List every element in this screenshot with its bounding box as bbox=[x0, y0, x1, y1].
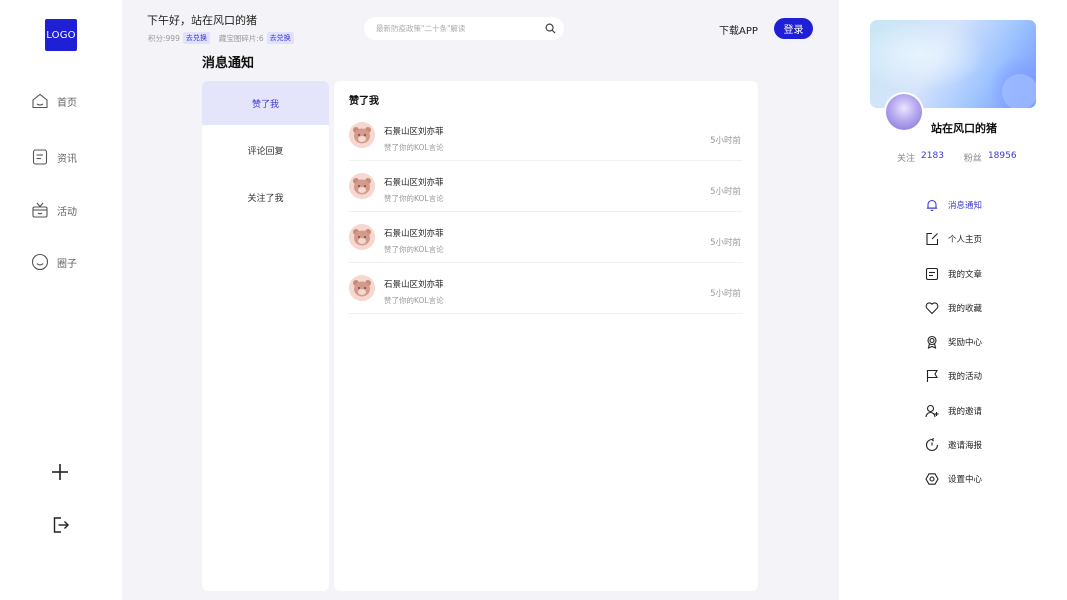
plus-icon[interactable] bbox=[51, 463, 69, 481]
nav-item-home[interactable]: 首页 bbox=[31, 90, 77, 112]
item-desc: 赞了你的KOL言论 bbox=[384, 245, 444, 254]
logo[interactable]: LOGO bbox=[45, 19, 77, 51]
menu-item-activities[interactable]: 我的活动 bbox=[925, 367, 982, 385]
menu-label: 我的邀请 bbox=[948, 406, 983, 417]
menu-item-invite-poster[interactable]: 邀请海报 bbox=[925, 436, 982, 454]
menu-label: 我的收藏 bbox=[948, 303, 983, 314]
following-count: 2183 bbox=[921, 151, 944, 161]
nav-label: 首页 bbox=[57, 97, 77, 109]
user-add-icon bbox=[925, 404, 939, 417]
menu-label: 个人主页 bbox=[948, 235, 983, 246]
item-name[interactable]: 石景山区刘亦菲 bbox=[384, 176, 444, 188]
nav-label: 资讯 bbox=[57, 153, 77, 165]
avatar[interactable] bbox=[884, 92, 924, 132]
main-area: 下午好，站在风口的猪 积分:999 去兑换 藏宝图碎片:6 去兑换 下载APP … bbox=[122, 0, 839, 600]
tab-likes[interactable]: 赞了我 bbox=[202, 81, 329, 125]
award-icon bbox=[927, 336, 937, 350]
item-name[interactable]: 石景山区刘亦菲 bbox=[384, 125, 444, 137]
item-time: 5小时前 bbox=[710, 187, 741, 197]
fans-count: 18956 bbox=[987, 151, 1017, 161]
item-desc: 赞了你的KOL言论 bbox=[384, 194, 444, 203]
following-label: 关注 bbox=[897, 154, 916, 164]
message-tabs: 赞了我 评论回复 关注了我 bbox=[202, 81, 329, 591]
fans-stat[interactable]: 粉丝 18956 bbox=[964, 151, 1017, 164]
item-desc: 赞了你的KOL言论 bbox=[384, 143, 444, 152]
user-stats: 积分:999 去兑换 藏宝图碎片:6 去兑换 bbox=[148, 32, 300, 44]
article-icon bbox=[925, 267, 939, 280]
bell-icon bbox=[926, 199, 938, 212]
follow-stats: 关注 2183 粉丝 18956 bbox=[897, 151, 1031, 164]
search-input[interactable] bbox=[376, 24, 545, 33]
edit-icon bbox=[926, 233, 939, 246]
smile-icon bbox=[31, 253, 49, 271]
item-text: 石景山区刘亦菲 赞了你的KOL言论 5小时前 bbox=[349, 275, 742, 305]
search-bar bbox=[364, 17, 564, 40]
item-desc: 赞了你的KOL言论 bbox=[384, 296, 444, 305]
menu-item-homepage[interactable]: 个人主页 bbox=[925, 230, 982, 248]
redeem-fragments-button[interactable]: 去兑换 bbox=[266, 32, 294, 44]
content-panel: 赞了我 石景山区刘亦菲 赞了你的KOL言论 5小时前 石景山区刘亦菲 赞了你的K… bbox=[334, 81, 758, 591]
menu-item-settings[interactable]: 设置中心 bbox=[925, 470, 982, 488]
nav-item-circle[interactable]: 圈子 bbox=[31, 251, 77, 273]
tab-comments[interactable]: 评论回复 bbox=[202, 128, 329, 172]
profile-name: 站在风口的猪 bbox=[931, 122, 997, 135]
menu-label: 消息通知 bbox=[948, 201, 983, 211]
points-label: 积分:999 bbox=[148, 33, 180, 43]
item-name[interactable]: 石景山区刘亦菲 bbox=[384, 278, 444, 290]
notification-list: 石景山区刘亦菲 赞了你的KOL言论 5小时前 石景山区刘亦菲 赞了你的KOL言论… bbox=[349, 110, 742, 314]
menu-item-articles[interactable]: 我的文章 bbox=[925, 265, 982, 283]
heart-icon bbox=[925, 302, 939, 315]
menu-label: 我的文章 bbox=[948, 269, 983, 280]
menu-label: 邀请海报 bbox=[948, 441, 983, 452]
user-menu: 消息通知 个人主页 我的文章 我的收藏 奖励中心 我的活动 我的邀请 邀请海报 bbox=[925, 196, 982, 505]
menu-label: 设置中心 bbox=[948, 475, 983, 486]
content-title: 赞了我 bbox=[349, 96, 379, 107]
item-time: 5小时前 bbox=[710, 238, 741, 248]
menu-item-invites[interactable]: 我的邀请 bbox=[925, 402, 982, 420]
redeem-points-button[interactable]: 去兑换 bbox=[182, 32, 210, 44]
search-icon[interactable] bbox=[545, 23, 556, 34]
list-item[interactable]: 石景山区刘亦菲 赞了你的KOL言论 5小时前 bbox=[349, 110, 742, 161]
flag-icon bbox=[926, 370, 938, 383]
item-text: 石景山区刘亦菲 赞了你的KOL言论 5小时前 bbox=[349, 224, 742, 254]
menu-item-rewards[interactable]: 奖励中心 bbox=[925, 333, 982, 351]
item-name[interactable]: 石景山区刘亦菲 bbox=[384, 227, 444, 239]
list-item[interactable]: 石景山区刘亦菲 赞了你的KOL言论 5小时前 bbox=[349, 161, 742, 212]
left-sidebar: LOGO 首页 资讯 活动 圈子 bbox=[0, 0, 122, 600]
nav-label: 圈子 bbox=[57, 258, 77, 270]
greeting: 下午好，站在风口的猪 bbox=[147, 14, 257, 27]
fragments-label: 藏宝图碎片:6 bbox=[218, 33, 264, 43]
refresh-icon bbox=[925, 438, 939, 452]
gift-icon bbox=[32, 202, 48, 218]
list-item[interactable]: 石景山区刘亦菲 赞了你的KOL言论 5小时前 bbox=[349, 263, 742, 314]
following-stat[interactable]: 关注 2183 bbox=[897, 151, 944, 164]
home-icon bbox=[32, 93, 48, 109]
nav-item-news[interactable]: 资讯 bbox=[31, 146, 77, 168]
nav-label: 活动 bbox=[57, 206, 77, 218]
menu-item-notifications[interactable]: 消息通知 bbox=[925, 196, 982, 214]
item-text: 石景山区刘亦菲 赞了你的KOL言论 5小时前 bbox=[349, 173, 742, 203]
menu-label: 我的活动 bbox=[948, 372, 983, 383]
tab-follows[interactable]: 关注了我 bbox=[202, 175, 329, 219]
download-app-link[interactable]: 下载APP bbox=[719, 22, 758, 37]
list-item[interactable]: 石景山区刘亦菲 赞了你的KOL言论 5小时前 bbox=[349, 212, 742, 263]
nav-item-activity[interactable]: 活动 bbox=[31, 199, 77, 221]
item-time: 5小时前 bbox=[710, 289, 741, 299]
right-sidebar: 站在风口的猪 关注 2183 粉丝 18956 消息通知 个人主页 我的文章 我… bbox=[839, 0, 1067, 600]
item-text: 石景山区刘亦菲 赞了你的KOL言论 5小时前 bbox=[349, 122, 742, 152]
settings-icon bbox=[925, 473, 939, 486]
fans-label: 粉丝 bbox=[963, 154, 982, 164]
page-title: 消息通知 bbox=[202, 56, 255, 71]
item-time: 5小时前 bbox=[710, 136, 741, 146]
news-icon bbox=[32, 149, 48, 165]
menu-item-favorites[interactable]: 我的收藏 bbox=[925, 299, 982, 317]
logout-icon[interactable] bbox=[52, 516, 70, 534]
menu-label: 奖励中心 bbox=[948, 338, 983, 349]
login-button[interactable]: 登录 bbox=[774, 18, 813, 39]
